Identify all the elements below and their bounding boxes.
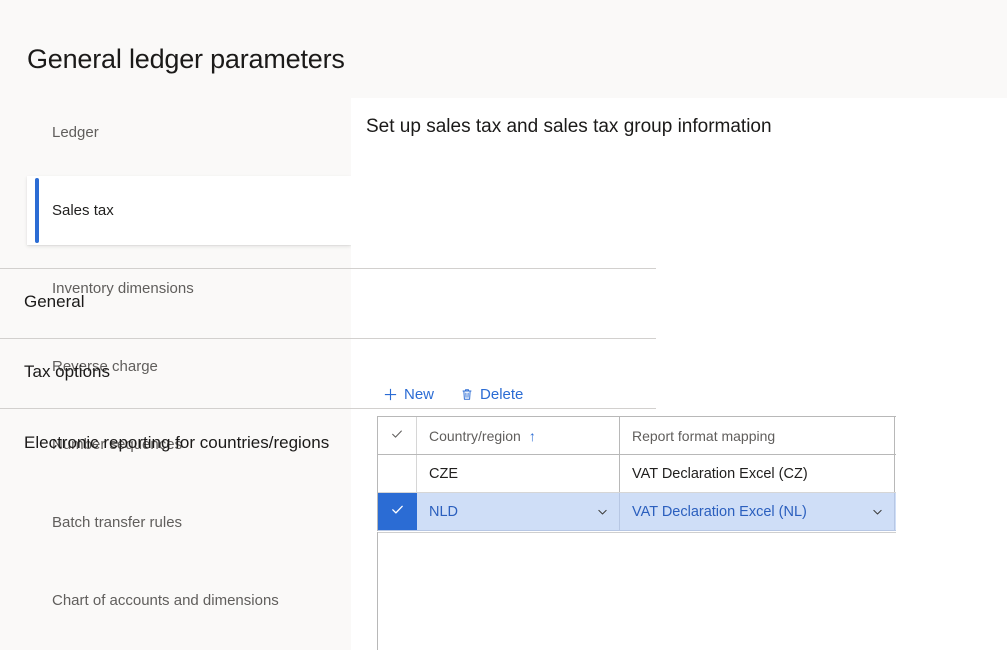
select-all-cell[interactable] <box>378 417 417 454</box>
cell-value: VAT Declaration Excel (NL) <box>632 503 807 520</box>
plus-icon <box>383 387 398 402</box>
column-header-label: Country/region <box>429 427 521 444</box>
cell-country-region[interactable]: NLD <box>417 493 620 530</box>
sidebar-item-sales-tax[interactable]: Sales tax <box>27 176 351 245</box>
table-row[interactable]: NLD VAT Declaration Excel (NL) <box>378 493 896 531</box>
content-title: Set up sales tax and sales tax group inf… <box>366 116 772 137</box>
section-title: General <box>24 292 85 311</box>
grid-toolbar: New Delete <box>381 384 525 405</box>
column-header-label: Report format mapping <box>632 427 776 444</box>
trash-icon <box>460 387 474 402</box>
delete-button[interactable]: Delete <box>458 384 525 405</box>
chevron-down-icon[interactable] <box>596 505 609 518</box>
column-header-country-region[interactable]: Country/region ↑ <box>417 417 620 454</box>
cell-value: VAT Declaration Excel (CZ) <box>632 465 808 482</box>
sidebar-item-label: Sales tax <box>52 202 114 219</box>
row-select-cell[interactable] <box>378 455 417 492</box>
column-header-report-format-mapping[interactable]: Report format mapping <box>620 417 895 454</box>
new-button-label: New <box>404 386 435 403</box>
checkmark-icon <box>390 427 404 444</box>
sidebar-item-label: Ledger <box>52 124 99 141</box>
chevron-down-icon[interactable] <box>871 505 884 518</box>
checkmark-icon <box>390 502 405 521</box>
arrow-up-icon: ↑ <box>528 427 536 444</box>
cell-value: CZE <box>429 465 458 482</box>
grid-empty-area-border <box>377 532 378 650</box>
sidebar-item-ledger[interactable]: Ledger <box>27 98 351 167</box>
section-title: Tax options <box>24 362 110 381</box>
cell-report-format-mapping[interactable]: VAT Declaration Excel (CZ) <box>620 455 895 492</box>
new-button[interactable]: New <box>381 384 436 405</box>
section-tax-options[interactable]: Tax options <box>0 338 656 408</box>
selection-accent-bar <box>35 178 39 243</box>
page-title: General ledger parameters <box>27 44 345 74</box>
grid-header-row: Country/region ↑ Report format mapping <box>378 417 896 455</box>
cell-country-region[interactable]: CZE <box>417 455 620 492</box>
section-general[interactable]: General <box>0 268 656 338</box>
electronic-reporting-grid: Country/region ↑ Report format mapping C… <box>377 416 896 531</box>
section-title: Electronic reporting for countries/regio… <box>24 433 330 452</box>
grid-bottom-border <box>377 532 896 533</box>
cell-report-format-mapping[interactable]: VAT Declaration Excel (NL) <box>620 493 895 530</box>
table-row[interactable]: CZE VAT Declaration Excel (CZ) <box>378 455 896 493</box>
delete-button-label: Delete <box>480 386 524 403</box>
cell-value: NLD <box>429 503 459 520</box>
row-select-cell[interactable] <box>378 493 417 530</box>
